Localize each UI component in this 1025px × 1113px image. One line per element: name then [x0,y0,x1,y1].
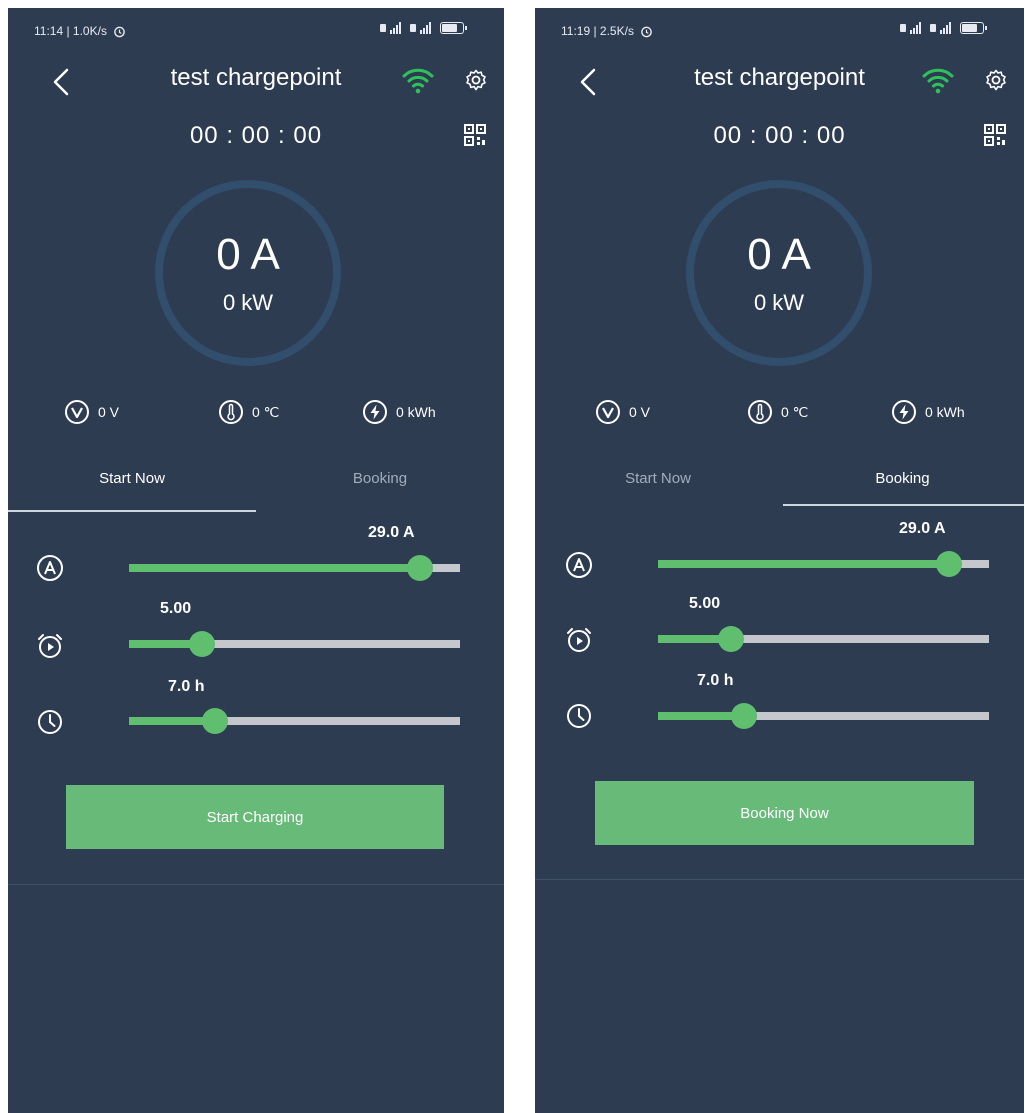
gear-icon[interactable] [984,68,1008,92]
power-gauge: 0 A 0 kW [155,180,341,366]
alarm-clock-icon [38,634,62,658]
voltage-metric: 0 V [64,399,119,425]
status-time-speed: 11:14 | 1.0K/s [34,24,107,38]
signal-icon [410,22,431,34]
start-time-slider[interactable] [129,631,460,657]
temperature-value: 0 ℃ [781,403,809,420]
alarm-icon [641,26,652,37]
qr-code-icon[interactable] [464,124,486,146]
status-right [900,22,987,34]
voltage-icon [65,400,89,424]
status-left: 11:19 | 2.5K/s [561,24,653,38]
divider [535,879,1024,880]
voltage-value: 0 V [629,404,651,420]
status-bar: 11:14 | 1.0K/s [8,8,504,54]
duration-slider[interactable] [129,708,460,734]
slider-thumb[interactable] [188,631,215,657]
status-left: 11:14 | 1.0K/s [34,24,126,38]
slider-thumb[interactable] [407,555,434,581]
tab-start-now[interactable]: Start Now [8,470,256,487]
signal-icon [900,22,921,34]
battery-icon [440,22,467,34]
slider-thumb[interactable] [202,708,229,734]
amperage-icon [37,555,63,581]
current-value: 0 A [216,230,280,279]
charge-timer: 00 : 00 : 00 [713,122,846,149]
amperage-value: 29.0 A [899,520,946,537]
current-value: 0 A [747,230,811,279]
energy-value: 0 kWh [396,404,436,420]
power-gauge: 0 A 0 kW [686,180,872,366]
battery-icon [960,22,987,34]
start-time-value: 5.00 [160,600,192,617]
power-value: 0 kW [753,290,805,315]
voltage-metric: 0 V [595,399,650,425]
temperature-metric: 0 ℃ [218,399,279,425]
energy-metric: 0 kWh [362,399,436,425]
status-time-speed: 11:19 | 2.5K/s [561,24,634,38]
temperature-value: 0 ℃ [252,403,280,420]
temperature-metric: 0 ℃ [747,399,808,425]
active-tab-indicator [8,510,256,512]
duration-slider[interactable] [658,703,989,729]
divider [8,884,504,885]
slider-fill [658,560,950,568]
qr-code-icon[interactable] [984,124,1006,146]
active-tab-indicator [783,504,1024,506]
signal-icon [930,22,951,34]
phone-screen-start-now: 11:14 | 1.0K/s test chargepoint 00 : 00 … [8,8,504,1113]
amperage-value: 29.0 A [368,524,415,541]
voltage-value: 0 V [98,404,120,420]
status-right [380,22,467,34]
clock-icon [38,710,62,734]
thermometer-icon [219,400,243,424]
energy-value: 0 kWh [925,404,965,420]
amperage-icon [566,552,592,578]
alarm-icon [114,26,125,37]
alarm-clock-icon [567,628,591,652]
slider-thumb[interactable] [731,703,758,729]
signal-icon [380,22,401,34]
start-charging-button[interactable]: Start Charging [66,785,444,849]
charge-timer: 00 : 00 : 00 [189,122,323,149]
energy-metric: 0 kWh [891,399,965,425]
duration-value: 7.0 h [168,678,205,695]
tab-start-now[interactable]: Start Now [535,470,781,487]
lightning-icon [363,400,387,424]
start-time-value: 5.00 [689,595,721,612]
status-bar: 11:19 | 2.5K/s [535,8,1024,54]
gear-icon[interactable] [464,68,488,92]
thermometer-icon [748,400,772,424]
booking-now-button[interactable]: Booking Now [595,781,974,845]
start-time-slider[interactable] [658,626,989,652]
lightning-icon [892,400,916,424]
phone-screen-booking: 11:19 | 2.5K/s test chargepoint 00 : 00 … [535,8,1024,1113]
wifi-icon [402,68,434,94]
slider-thumb[interactable] [717,626,744,652]
slider-thumb[interactable] [936,551,963,577]
power-value: 0 kW [222,290,274,315]
tab-booking[interactable]: Booking [256,470,504,487]
voltage-icon [596,400,620,424]
slider-fill [129,564,421,572]
wifi-icon [922,68,954,94]
clock-icon [567,704,591,728]
amperage-slider[interactable] [129,555,460,581]
duration-value: 7.0 h [697,672,734,689]
amperage-slider[interactable] [658,551,989,577]
tab-booking[interactable]: Booking [781,470,1024,487]
